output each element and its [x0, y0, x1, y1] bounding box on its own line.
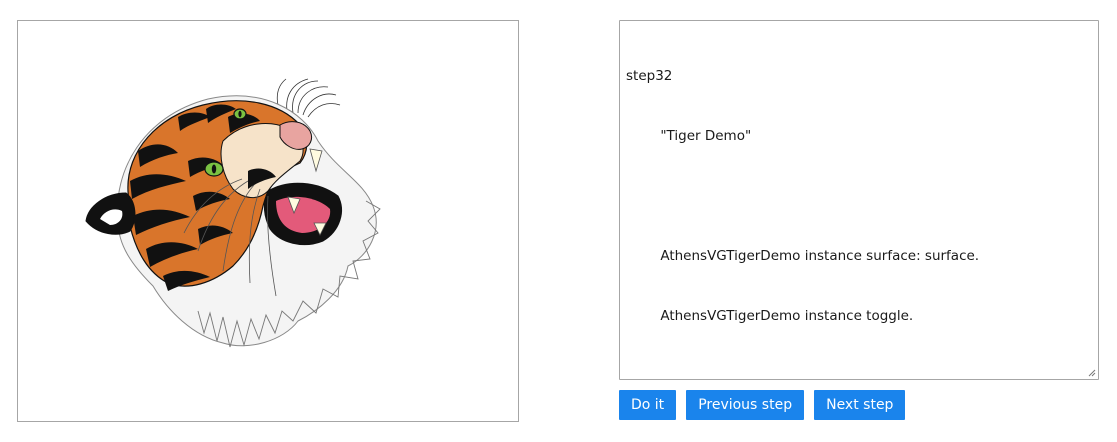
tiger-demo-surface[interactable] — [17, 20, 519, 422]
code-line: AthensVGTigerDemo instance surface: surf… — [626, 248, 980, 264]
do-it-button[interactable]: Do it — [619, 390, 677, 420]
code-line: AthensVGTigerDemo instance toggle. — [626, 308, 914, 324]
code-line: step32 — [626, 68, 673, 84]
step-controls: Do it Previous step Next step — [619, 390, 906, 420]
previous-step-button[interactable]: Previous step — [686, 390, 805, 420]
tiger-illustration — [85, 78, 381, 348]
resize-grip-icon[interactable] — [1087, 368, 1096, 377]
code-line: "Tiger Demo" — [626, 128, 752, 144]
next-step-button[interactable]: Next step — [814, 390, 906, 420]
code-editor[interactable]: step32 "Tiger Demo" AthensVGTigerDemo in… — [619, 20, 1099, 380]
